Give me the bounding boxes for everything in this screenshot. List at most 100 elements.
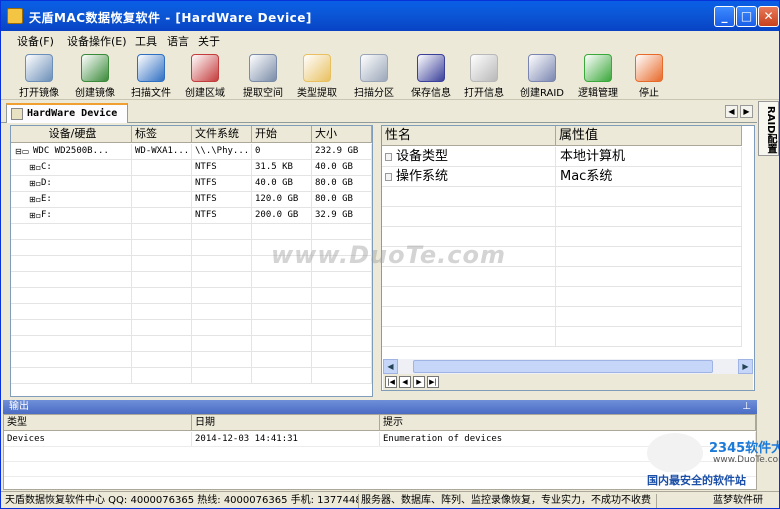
empty-cell [312,368,372,384]
extract-space-button[interactable]: 提取空间 [235,52,291,99]
close-button[interactable]: ✕ [758,6,779,27]
type-extract-button[interactable]: 类型提取 [289,52,345,99]
extract-icon [249,54,277,82]
open-image-button[interactable]: 打开镜像 [11,52,67,99]
tab-hardware-device[interactable]: HardWare Device [6,103,128,123]
device-cell-start: 0 [252,144,312,160]
col-device[interactable]: 设备/硬盘 [11,126,132,143]
logo-url: www.DuoTe.com [713,455,780,465]
window-title: 天盾MAC数据恢复软件 - [HardWare Device] [29,11,312,25]
app-window: 天盾MAC数据恢复软件 - [HardWare Device] _ □ ✕ 设备… [0,0,780,509]
tab-prev-button[interactable]: ◀ [725,105,738,118]
disk-icon [25,54,53,82]
empty-cell [132,368,192,384]
partition-icon [360,54,388,82]
maximize-button[interactable]: □ [736,6,757,27]
empty-cell [192,304,252,320]
device-cell-start: 120.0 GB [252,192,312,208]
empty-cell [312,224,372,240]
col-label[interactable]: 标签 [132,126,192,143]
create-raid-button[interactable]: 创建RAID [514,52,570,99]
create-region-button[interactable]: 创建区域 [177,52,233,99]
empty-cell [192,256,252,272]
device-cell-size: 80.0 GB [312,192,372,208]
status-slogan: 服务器、数据库、阵列、监控录像恢复，专业实力，不成功不收费 [361,494,657,508]
empty-cell [132,224,192,240]
scan-files-button[interactable]: 扫描文件 [123,52,179,99]
expand-icon[interactable]: ⊞▫ [29,163,41,172]
col-filesystem[interactable]: 文件系统 [192,126,252,143]
empty-cell [132,288,192,304]
menu-device[interactable]: 设备(F) [17,33,54,49]
open-info-button[interactable]: 打开信息 [456,52,512,99]
menu-about[interactable]: 关于 [198,33,220,49]
prev-sheet-button[interactable]: ◀ [399,376,411,388]
empty-cell [252,336,312,352]
expand-icon[interactable]: ⊞▫ [29,211,41,220]
device-cell-fs: NTFS [192,176,252,192]
scroll-left-button[interactable]: ◀ [383,359,398,374]
raid-config-tab[interactable]: RAID配置 [758,101,779,156]
scan-partition-button[interactable]: 扫描分区 [346,52,402,99]
logic-manage-button[interactable]: 逻辑管理 [570,52,626,99]
empty-cell [556,307,742,327]
device-cell-label [132,176,192,192]
menu-device-ops[interactable]: 设备操作(E) [67,33,127,49]
create-image-button[interactable]: 创建镜像 [67,52,123,99]
scroll-thumb[interactable] [413,360,713,373]
col-prop-name[interactable]: 性名 [382,126,556,146]
col-prop-value[interactable]: 属性值 [556,126,742,146]
empty-cell [382,307,556,327]
expand-icon[interactable]: ⊞▫ [29,179,41,188]
empty-cell [556,267,742,287]
empty-cell [192,240,252,256]
empty-cell [382,267,556,287]
minimize-button[interactable]: _ [714,6,735,27]
property-value[interactable]: 本地计算机 [556,147,742,167]
col-start[interactable]: 开始 [252,126,312,143]
site-logo: 2345软件大全 www.DuoTe.com 国内最安全的软件站 [641,431,779,489]
region-icon [191,54,219,82]
next-sheet-button[interactable]: ▶ [413,376,425,388]
col-size[interactable]: 大小 [312,126,372,143]
property-icon [385,153,392,161]
empty-cell [11,240,132,256]
empty-cell [11,368,132,384]
logo-slogan: 国内最安全的软件站 [647,472,746,488]
device-cell-start: 200.0 GB [252,208,312,224]
first-sheet-button[interactable]: |◀ [385,376,397,388]
pin-icon[interactable]: ⊥ [742,400,751,413]
col-type[interactable]: 类型 [4,415,192,431]
empty-cell [312,352,372,368]
last-sheet-button[interactable]: ▶| [427,376,439,388]
empty-cell [556,207,742,227]
col-message[interactable]: 提示 [380,415,756,431]
logo-title: 2345软件大全 [709,441,779,456]
device-cell-fs: NTFS [192,160,252,176]
col-date[interactable]: 日期 [192,415,380,431]
properties-hscroll[interactable]: ◀ ▶ [383,359,753,374]
empty-cell [556,187,742,207]
scroll-right-button[interactable]: ▶ [738,359,753,374]
title-bar[interactable]: 天盾MAC数据恢复软件 - [HardWare Device] _ □ ✕ [1,1,779,31]
empty-cell [312,288,372,304]
expand-icon[interactable]: ⊞▫ [29,195,41,204]
empty-cell [132,256,192,272]
empty-cell [132,320,192,336]
empty-cell [382,287,556,307]
empty-cell [556,247,742,267]
eraser-icon [470,54,498,82]
menu-tools[interactable]: 工具 [135,33,157,49]
device-cell-size: 80.0 GB [312,176,372,192]
status-vendor: 蓝梦软件研 [713,495,763,506]
property-value[interactable]: Mac系统 [556,167,742,187]
device-cell-fs: NTFS [192,192,252,208]
empty-cell [252,288,312,304]
save-info-button[interactable]: 保存信息 [403,52,459,99]
collapse-icon[interactable]: ⊟▭ [15,147,29,156]
tab-next-button[interactable]: ▶ [740,105,753,118]
empty-cell [192,352,252,368]
menu-language[interactable]: 语言 [167,33,189,49]
monitor-icon [81,54,109,82]
stop-button[interactable]: 停止 [621,52,677,99]
